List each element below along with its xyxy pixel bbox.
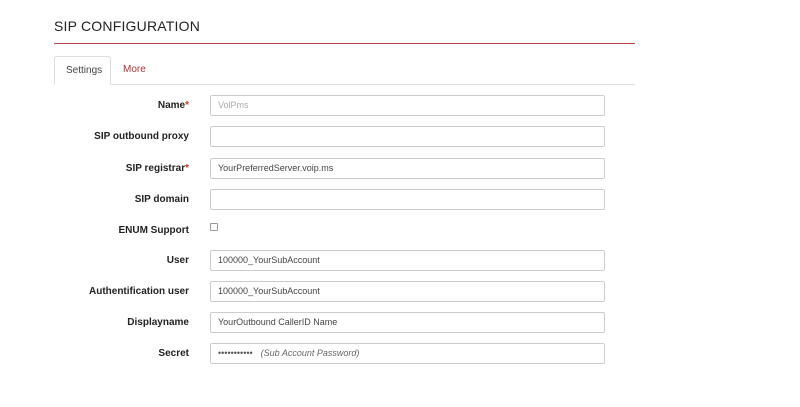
enum-support-label: ENUM Support — [118, 225, 189, 236]
form-row-secret: Secret ••••••••••• (Sub Account Password) — [0, 343, 800, 365]
domain-label: SIP domain — [134, 194, 189, 205]
name-label: Name* — [157, 100, 189, 111]
form-row-enum-support: ENUM Support — [0, 220, 800, 242]
tab-bar: Settings More — [54, 56, 635, 85]
secret-label: Secret — [158, 348, 189, 359]
registrar-label: SIP registrar* — [125, 163, 189, 174]
tab-more[interactable]: More — [112, 56, 157, 85]
required-marker: * — [185, 100, 189, 111]
page-title: SIP CONFIGURATION — [54, 18, 201, 34]
outbound-proxy-label: SIP outbound proxy — [94, 131, 189, 142]
enum-support-checkbox[interactable] — [210, 223, 218, 231]
form-row-domain: SIP domain — [0, 189, 800, 211]
registrar-input[interactable]: YourPreferredServer.voip.ms — [210, 158, 605, 179]
secret-input[interactable]: ••••••••••• (Sub Account Password) — [210, 343, 605, 364]
user-input[interactable]: 100000_YourSubAccount — [210, 250, 605, 271]
password-hint: (Sub Account Password) — [260, 348, 360, 358]
title-divider — [54, 43, 635, 44]
name-input[interactable]: VolPms — [210, 95, 605, 116]
form-row-displayname: Displayname YourOutbound CallerID Name — [0, 312, 800, 334]
auth-user-label: Authentification user — [88, 286, 189, 297]
form-row-outbound-proxy: SIP outbound proxy — [0, 126, 800, 148]
outbound-proxy-input[interactable] — [210, 126, 605, 147]
required-marker: * — [185, 163, 189, 174]
displayname-input[interactable]: YourOutbound CallerID Name — [210, 312, 605, 333]
user-label: User — [166, 255, 189, 266]
tab-settings[interactable]: Settings — [54, 56, 111, 85]
form-row-auth-user: Authentification user 100000_YourSubAcco… — [0, 281, 800, 303]
form-row-registrar: SIP registrar* YourPreferredServer.voip.… — [0, 158, 800, 180]
form-row-name: Name* VolPms — [0, 95, 800, 117]
displayname-label: Displayname — [127, 317, 189, 328]
password-mask: ••••••••••• — [218, 348, 253, 358]
auth-user-input[interactable]: 100000_YourSubAccount — [210, 281, 605, 302]
domain-input[interactable] — [210, 189, 605, 210]
form-row-user: User 100000_YourSubAccount — [0, 250, 800, 272]
